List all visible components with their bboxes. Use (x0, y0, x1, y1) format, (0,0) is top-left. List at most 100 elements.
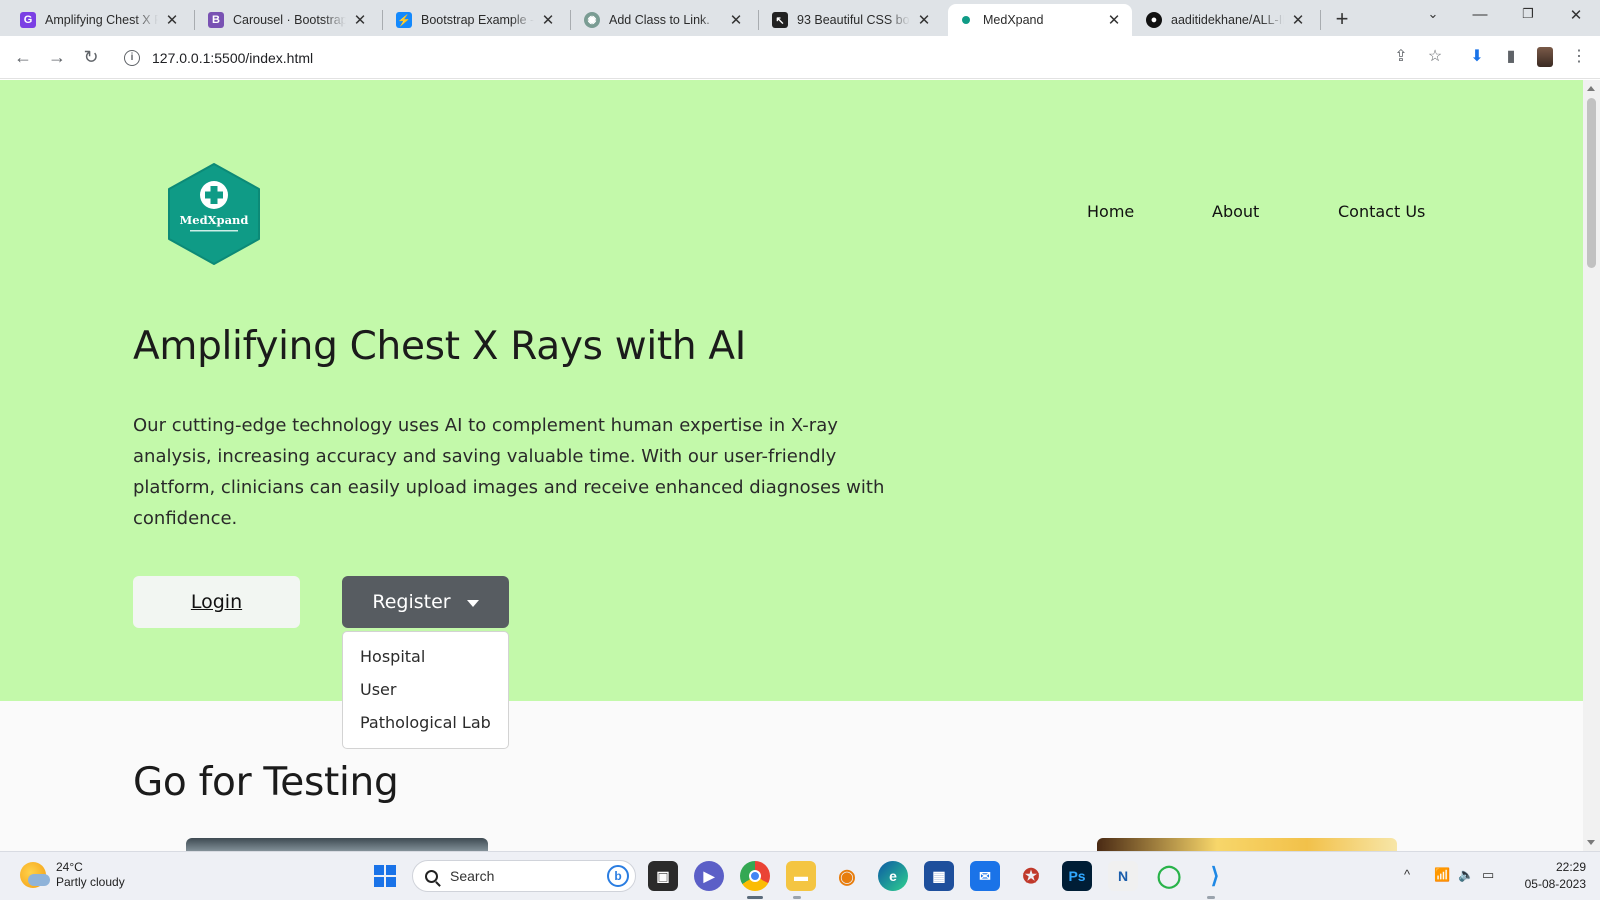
restore-icon[interactable]: ❐ (1516, 6, 1540, 22)
window-close-icon[interactable]: ✕ (1564, 6, 1588, 24)
file-explorer-icon[interactable]: ▬ (786, 861, 816, 891)
testing-card-image[interactable] (186, 838, 488, 851)
forward-arrow-icon[interactable]: → (46, 47, 68, 68)
task-view-icon[interactable]: ▣ (648, 861, 678, 891)
nav-contact-us[interactable]: Contact Us (1338, 202, 1425, 221)
tab-1[interactable]: B Carousel · Bootstrap v5 ✕ (198, 4, 378, 36)
nav-about[interactable]: About (1212, 202, 1259, 221)
microsoft-store-icon[interactable]: ▦ (924, 861, 954, 891)
vertical-scrollbar[interactable] (1583, 80, 1600, 851)
register-dropdown-button[interactable]: Register (342, 576, 509, 628)
close-icon[interactable]: ✕ (1106, 11, 1122, 29)
site-info-icon[interactable]: i (124, 49, 140, 66)
teams-chat-icon[interactable]: ▶ (694, 861, 724, 891)
system-clock[interactable]: 22:29 05-08-2023 (1516, 859, 1586, 893)
tab-0[interactable]: G Amplifying Chest X Rays with AI ✕ (10, 4, 190, 36)
page-viewport: MedXpand Home About Contact Us Amplifyin… (0, 80, 1583, 851)
tab-search-chevron-icon[interactable]: ⌄ (1421, 6, 1445, 22)
profile-avatar-icon[interactable] (1534, 46, 1556, 68)
dropdown-item-pathological-lab[interactable]: Pathological Lab (343, 706, 508, 739)
clock-date: 05-08-2023 (1524, 877, 1586, 891)
windows-taskbar: 24°C Partly cloudy Search b ▣ ▶ ▬ ◉ e ▦ … (0, 851, 1600, 900)
bootstrap-icon: B (208, 12, 224, 28)
volume-icon[interactable]: 🔈 (1458, 867, 1474, 883)
mail-icon[interactable]: ✉ (970, 861, 1000, 891)
tab-label: 93 Beautiful CSS box-shadow (797, 13, 910, 27)
minimize-icon[interactable]: — (1468, 6, 1492, 23)
close-icon[interactable]: ✕ (1290, 11, 1306, 29)
temperature: 24°C (56, 860, 83, 874)
clock-time: 22:29 (1555, 860, 1586, 874)
new-tab-plus-icon[interactable]: + (1330, 6, 1354, 32)
login-label: Login (190, 591, 243, 613)
app-icon: G (20, 12, 36, 28)
close-icon[interactable]: ✕ (164, 11, 180, 29)
running-app-indicator (1207, 896, 1215, 899)
register-label: Register (372, 591, 451, 613)
url-text: 127.0.0.1:5500/index.html (152, 49, 314, 66)
hero-section: MedXpand Home About Contact Us Amplifyin… (0, 80, 1583, 701)
dropdown-item-user[interactable]: User (343, 673, 508, 706)
weather-condition: Partly cloudy (56, 875, 125, 889)
section-title: Go for Testing (133, 760, 399, 805)
register-dropdown-menu: Hospital User Pathological Lab (342, 631, 509, 749)
bookmark-star-icon[interactable]: ☆ (1424, 46, 1446, 68)
bing-icon[interactable]: b (607, 865, 629, 887)
scrollbar-thumb[interactable] (1587, 98, 1596, 268)
edge-icon[interactable]: e (878, 861, 908, 891)
tab-2[interactable]: ⚡ Bootstrap Example - StackBlitz ✕ (386, 4, 566, 36)
chrome-icon[interactable] (740, 861, 770, 891)
close-icon[interactable]: ✕ (540, 11, 556, 29)
nav-home[interactable]: Home (1087, 202, 1134, 221)
partly-cloudy-icon (20, 862, 50, 888)
testing-card-image[interactable] (1097, 838, 1397, 851)
scroll-up-arrow-icon[interactable] (1587, 86, 1595, 91)
login-button[interactable]: Login (133, 576, 300, 628)
tab-6[interactable]: ● aaditidekhane/ALL-IN-ONE ✕ (1136, 4, 1316, 36)
reload-icon[interactable]: ↻ (80, 47, 102, 68)
dropdown-item-hospital[interactable]: Hospital (343, 640, 508, 673)
menu-kebab-icon[interactable]: ⋮ (1568, 46, 1590, 68)
app-blue-icon[interactable]: N (1108, 861, 1138, 891)
battery-icon[interactable]: ▭ (1482, 867, 1494, 883)
active-app-indicator (747, 896, 763, 899)
search-placeholder: Search (450, 868, 495, 884)
close-icon[interactable]: ✕ (916, 11, 932, 29)
close-icon[interactable]: ✕ (352, 11, 368, 29)
blender-icon[interactable]: ◉ (832, 861, 862, 891)
app-red-icon[interactable]: ✪ (1016, 861, 1046, 891)
caret-down-icon (466, 599, 479, 607)
search-icon (425, 869, 438, 883)
windows-start-icon[interactable] (370, 861, 400, 891)
hero-title: Amplifying Chest X Rays with AI (133, 324, 746, 369)
weather-widget[interactable]: 24°C Partly cloudy (20, 860, 125, 890)
tab-divider (758, 10, 759, 30)
brand-name: MedXpand (180, 213, 249, 227)
tab-5[interactable]: MedXpand ✕ (948, 4, 1132, 36)
download-icon[interactable]: ⬇ (1466, 46, 1488, 68)
tab-4[interactable]: ↖ 93 Beautiful CSS box-shadow ✕ (762, 4, 942, 36)
hero-description: Our cutting-edge technology uses AI to c… (133, 415, 885, 529)
tab-label: aaditidekhane/ALL-IN-ONE (1171, 13, 1284, 27)
vscode-icon[interactable]: ⟩ (1200, 861, 1230, 891)
photoshop-icon[interactable]: Ps (1062, 861, 1092, 891)
tab-3[interactable]: ✺ Add Class to Link. ✕ (574, 4, 754, 36)
running-app-indicator (793, 896, 801, 899)
share-icon[interactable]: ⇪ (1390, 46, 1412, 68)
side-panel-icon[interactable]: ▮ (1500, 46, 1522, 68)
tab-divider (194, 10, 195, 30)
app-green-ring-icon[interactable]: ◯ (1154, 861, 1184, 891)
tab-divider (570, 10, 571, 30)
chevron-up-icon[interactable]: ^ (1404, 867, 1410, 882)
tab-strip: G Amplifying Chest X Rays with AI ✕ B Ca… (0, 0, 1600, 36)
url-field[interactable]: i 127.0.0.1:5500/index.html (114, 41, 1384, 74)
wifi-icon[interactable]: 📶 (1434, 867, 1450, 883)
back-arrow-icon[interactable]: ← (12, 47, 34, 68)
medxpand-logo[interactable]: MedXpand (166, 162, 262, 266)
tab-divider (382, 10, 383, 30)
taskbar-search-input[interactable]: Search b (412, 860, 636, 892)
medxpand-icon (958, 12, 974, 28)
scroll-down-arrow-icon[interactable] (1587, 840, 1595, 845)
close-icon[interactable]: ✕ (728, 11, 744, 29)
address-bar: ← → ↻ i 127.0.0.1:5500/index.html ⇪ ☆ ⬇ … (0, 36, 1600, 79)
